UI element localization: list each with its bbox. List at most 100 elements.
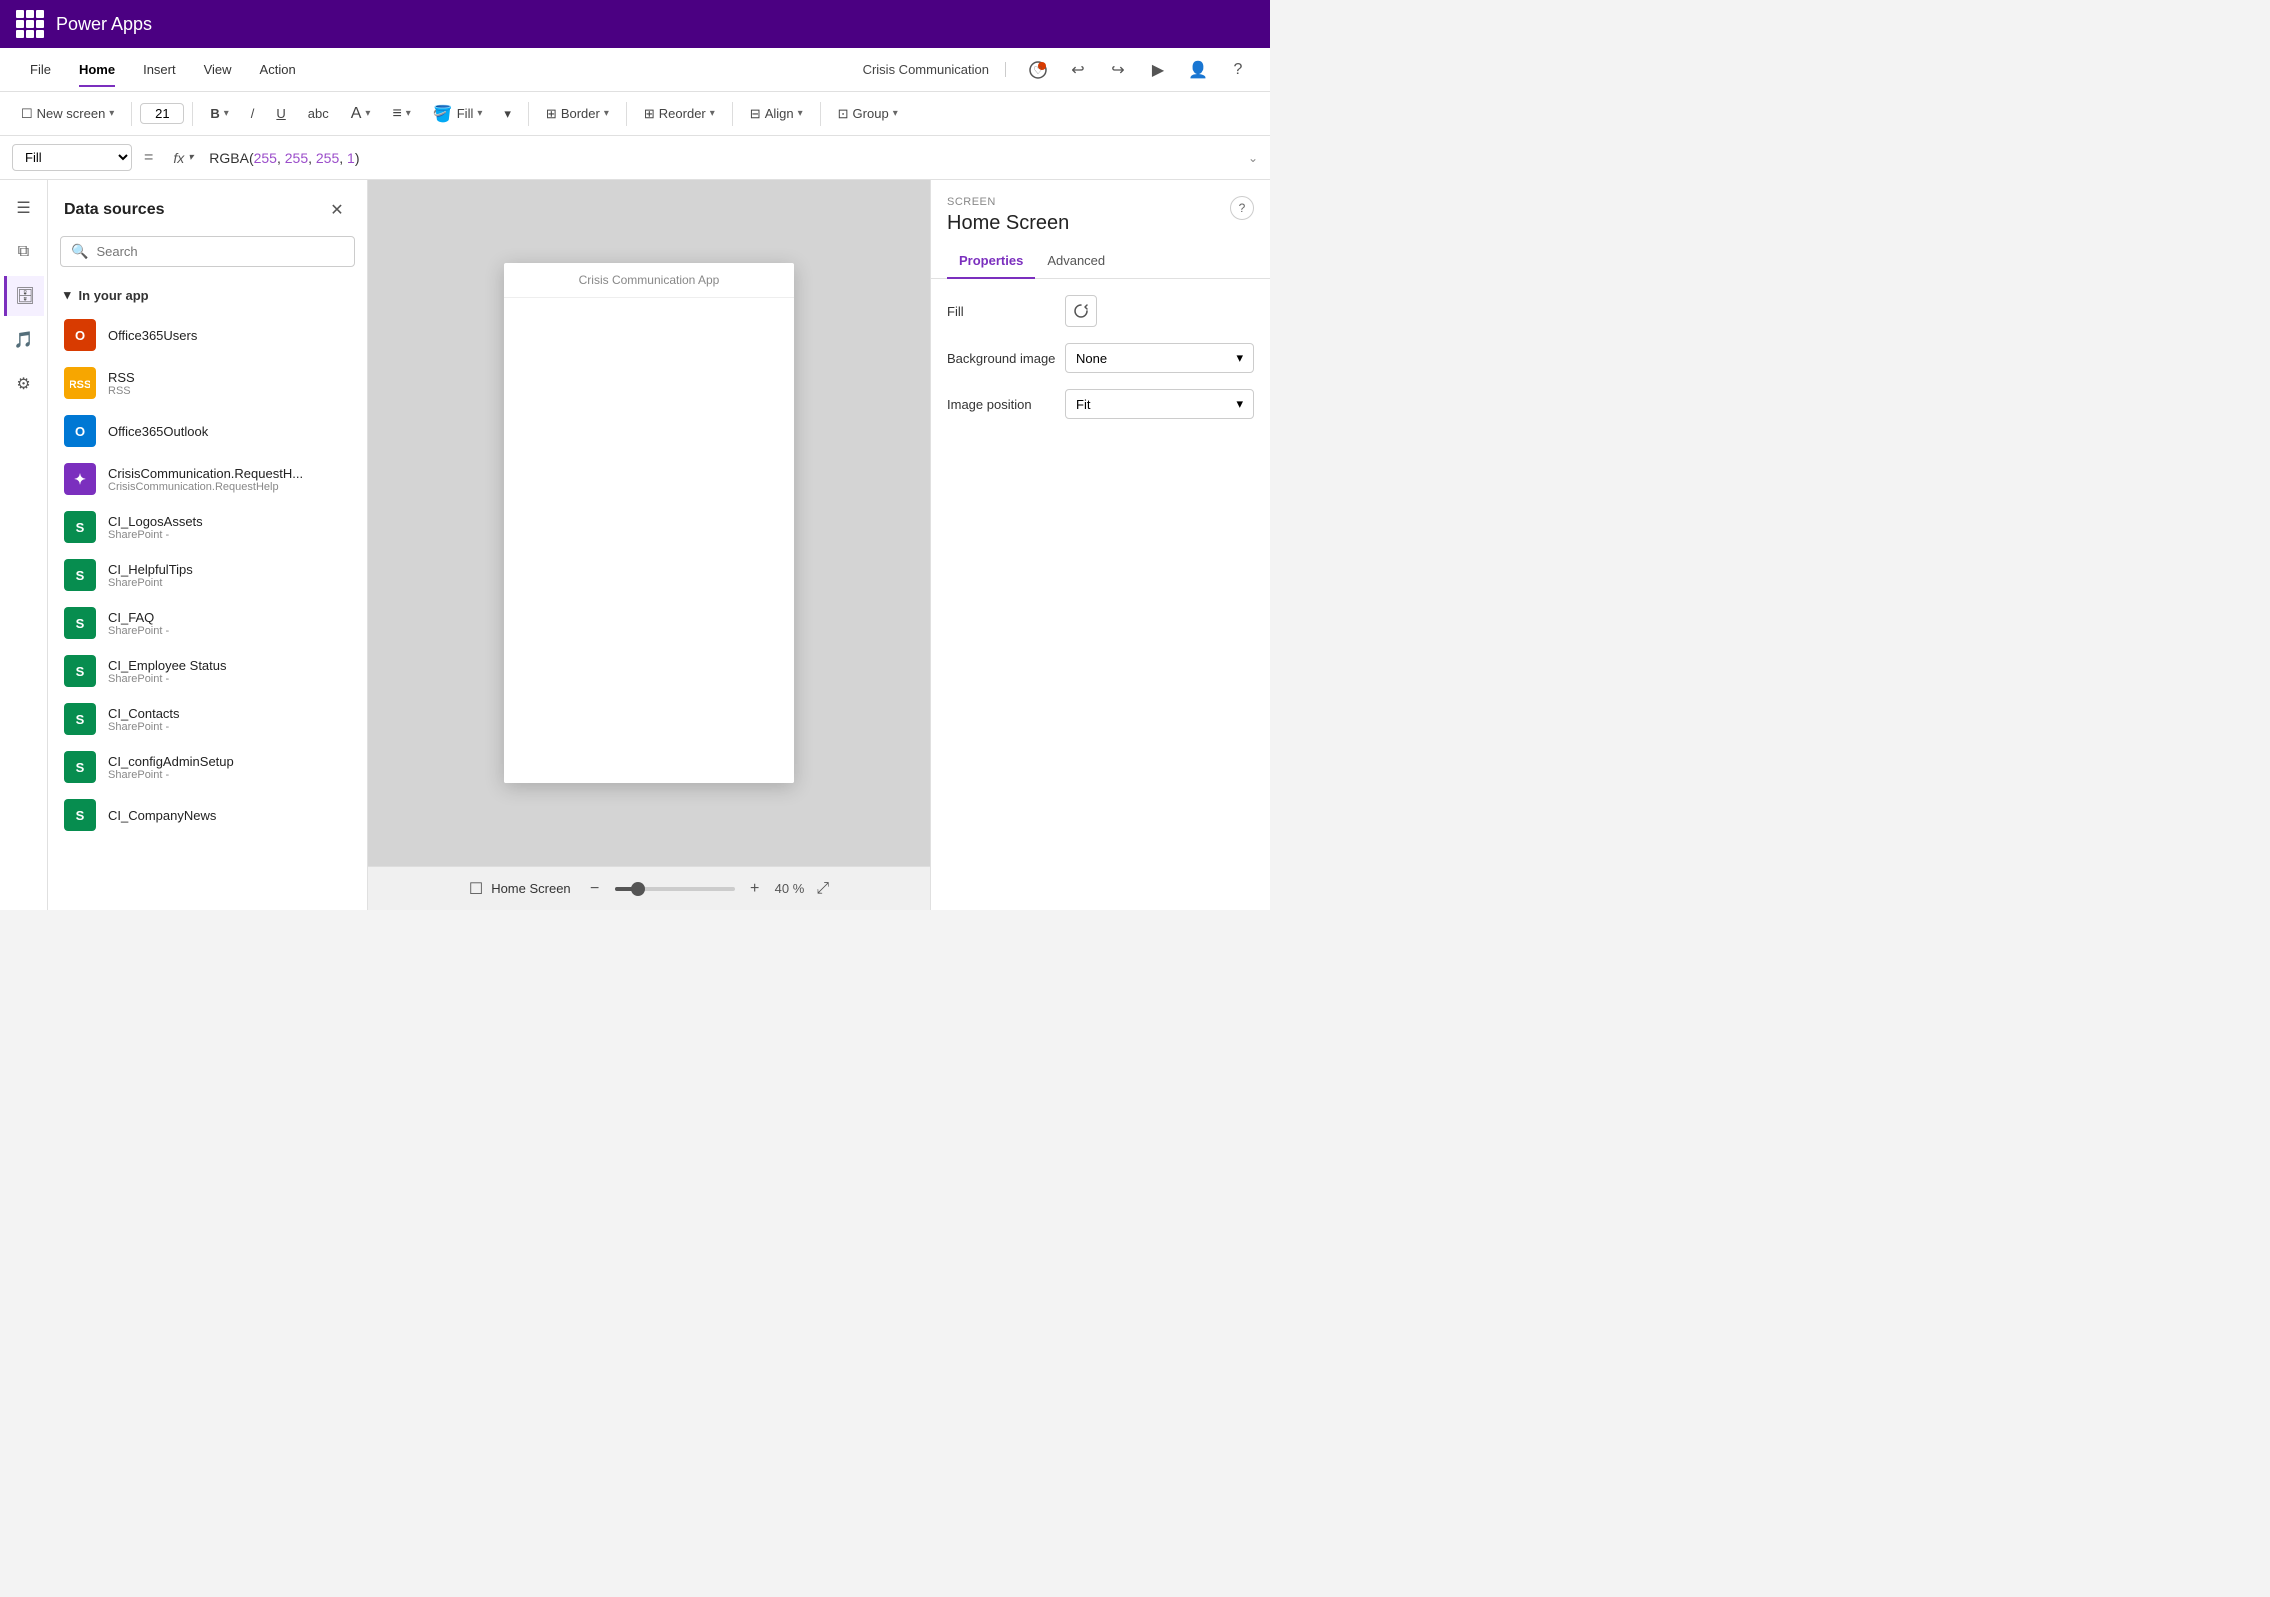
waffle-icon[interactable] bbox=[16, 10, 44, 38]
faq-subtitle: SharePoint - bbox=[108, 625, 351, 637]
menu-action[interactable]: Action bbox=[246, 52, 310, 87]
equals-sign: = bbox=[140, 149, 157, 167]
screen-name-label: Home Screen bbox=[491, 881, 570, 896]
reorder-button[interactable]: ⊞ Reorder ▾ bbox=[635, 101, 724, 127]
property-selector[interactable]: Fill bbox=[12, 144, 132, 171]
image-position-dropdown[interactable]: Fit ▾ bbox=[1065, 389, 1254, 419]
helpful-tips-name: CI_HelpfulTips bbox=[108, 562, 351, 577]
bold-button[interactable]: B ▾ bbox=[201, 101, 237, 126]
menu-home[interactable]: Home bbox=[65, 52, 129, 87]
search-box[interactable]: 🔍 bbox=[60, 236, 355, 267]
search-input[interactable] bbox=[96, 244, 344, 259]
menu-view[interactable]: View bbox=[190, 52, 246, 87]
list-item[interactable]: RSS RSS RSS ··· bbox=[48, 359, 367, 407]
person-icon[interactable]: 👤 bbox=[1182, 54, 1214, 86]
expand-icon[interactable]: ⌄ bbox=[1248, 151, 1258, 165]
zoom-in-button[interactable]: + bbox=[743, 877, 767, 901]
tab-properties[interactable]: Properties bbox=[947, 243, 1035, 278]
group-button[interactable]: ⊡ Group ▾ bbox=[829, 101, 907, 127]
background-image-dropdown[interactable]: None ▾ bbox=[1065, 343, 1254, 373]
help-circle-button[interactable]: ? bbox=[1230, 196, 1254, 220]
undo-icon[interactable]: ↩ bbox=[1062, 54, 1094, 86]
fx-button[interactable]: fx ▾ bbox=[165, 150, 201, 166]
tab-advanced[interactable]: Advanced bbox=[1035, 243, 1117, 278]
align-button[interactable]: ⊟ Align ▾ bbox=[741, 101, 812, 127]
svg-text:✦: ✦ bbox=[74, 471, 86, 487]
list-item[interactable]: ✦ CrisisCommunication.RequestH... Crisis… bbox=[48, 455, 367, 503]
redo-icon[interactable]: ↪ bbox=[1102, 54, 1134, 86]
list-item[interactable]: O Office365Outlook ··· bbox=[48, 407, 367, 455]
sidebar-data-icon[interactable]: 🗄 bbox=[4, 276, 44, 316]
list-item[interactable]: S CI_FAQ SharePoint - ··· bbox=[48, 599, 367, 647]
fill-button[interactable]: 🪣 Fill ▾ bbox=[424, 99, 492, 129]
divider-button[interactable]: / bbox=[242, 101, 264, 126]
properties-panel: SCREEN Home Screen ? Properties Advanced… bbox=[930, 180, 1270, 910]
sidebar-layers-icon[interactable]: ⧉ bbox=[4, 232, 44, 272]
comma-3: , bbox=[339, 150, 347, 166]
fill-chevron-icon: ▾ bbox=[477, 108, 482, 119]
config-admin-name: CI_configAdminSetup bbox=[108, 754, 351, 769]
align-chevron-icon: ▾ bbox=[798, 108, 803, 119]
rss-info: RSS RSS bbox=[108, 370, 351, 397]
fullscreen-button[interactable]: ⤢ bbox=[816, 880, 829, 898]
toolbar-divider-5 bbox=[732, 102, 733, 126]
screen-name-footer: ☐ Home Screen bbox=[469, 879, 571, 899]
company-news-name: CI_CompanyNews bbox=[108, 808, 351, 823]
phone-frame[interactable]: Crisis Communication App bbox=[504, 263, 794, 783]
strikethrough-button[interactable]: abc bbox=[299, 101, 338, 126]
font-color-button[interactable]: A ▾ bbox=[342, 100, 380, 128]
image-position-label: Image position bbox=[947, 397, 1057, 412]
logos-assets-name: CI_LogosAssets bbox=[108, 514, 351, 529]
border-button[interactable]: ⊞ Border ▾ bbox=[537, 101, 618, 127]
config-admin-info: CI_configAdminSetup SharePoint - bbox=[108, 754, 351, 781]
play-icon[interactable]: ▶ bbox=[1142, 54, 1174, 86]
company-news-info: CI_CompanyNews bbox=[108, 808, 351, 823]
fill-reset-button[interactable] bbox=[1065, 295, 1097, 327]
underline-button[interactable]: U bbox=[267, 101, 294, 126]
rss-name: RSS bbox=[108, 370, 351, 385]
crisis-icon: ✦ bbox=[64, 463, 96, 495]
group-icon: ⊡ bbox=[838, 106, 849, 122]
search-icon: 🔍 bbox=[71, 243, 88, 260]
list-item[interactable]: S CI_Employee Status SharePoint - ··· bbox=[48, 647, 367, 695]
help-icon[interactable]: ? bbox=[1222, 54, 1254, 86]
zoom-slider[interactable] bbox=[615, 887, 735, 891]
notifications-icon[interactable]: ♡ bbox=[1022, 54, 1054, 86]
list-item[interactable]: S CI_Contacts SharePoint - ··· bbox=[48, 695, 367, 743]
zoom-slider-thumb[interactable] bbox=[631, 882, 645, 896]
zoom-out-button[interactable]: − bbox=[583, 877, 607, 901]
background-image-label: Background image bbox=[947, 351, 1057, 366]
rgba-a: 1 bbox=[347, 150, 355, 166]
crisis-info: CrisisCommunication.RequestH... CrisisCo… bbox=[108, 466, 351, 493]
align-text-button[interactable]: ≡ ▾ bbox=[383, 100, 419, 128]
rgba-g: 255 bbox=[285, 150, 308, 166]
more-options-button[interactable]: ▾ bbox=[495, 101, 520, 127]
sidebar-menu-icon[interactable]: ☰ bbox=[4, 188, 44, 228]
svg-text:RSS: RSS bbox=[70, 379, 90, 391]
image-position-row: Image position Fit ▾ bbox=[947, 389, 1254, 419]
rgba-r: 255 bbox=[254, 150, 277, 166]
data-panel-title: Data sources bbox=[64, 201, 165, 219]
new-screen-button[interactable]: ☐ New screen ▾ bbox=[12, 101, 123, 127]
list-item[interactable]: O Office365Users ··· bbox=[48, 311, 367, 359]
faq-name: CI_FAQ bbox=[108, 610, 351, 625]
app-preview-title: Crisis Communication App bbox=[504, 263, 794, 298]
font-size-input[interactable]: 21 bbox=[140, 103, 184, 124]
sidebar-settings-icon[interactable]: ⚙ bbox=[4, 364, 44, 404]
menu-insert[interactable]: Insert bbox=[129, 52, 190, 87]
list-item[interactable]: S CI_configAdminSetup SharePoint - ··· bbox=[48, 743, 367, 791]
list-item[interactable]: S CI_LogosAssets SharePoint - ··· bbox=[48, 503, 367, 551]
zoom-percentage: 40 % bbox=[775, 881, 805, 896]
in-your-app-section[interactable]: ▾ In your app bbox=[48, 279, 367, 311]
close-panel-button[interactable]: ✕ bbox=[323, 196, 351, 224]
screen-label: SCREEN bbox=[947, 196, 1069, 208]
align-chevron-icon: ▾ bbox=[406, 108, 411, 119]
formula-expression: RGBA( 255 , 255 , 255 , 1 ) bbox=[209, 150, 1240, 166]
list-item[interactable]: S CI_CompanyNews ··· bbox=[48, 791, 367, 839]
rgba-label: RGBA( bbox=[209, 150, 253, 166]
config-admin-subtitle: SharePoint - bbox=[108, 769, 351, 781]
menu-file[interactable]: File bbox=[16, 52, 65, 87]
outlook-info: Office365Outlook bbox=[108, 424, 351, 439]
list-item[interactable]: S CI_HelpfulTips SharePoint ··· bbox=[48, 551, 367, 599]
sidebar-media-icon[interactable]: 🎵 bbox=[4, 320, 44, 360]
